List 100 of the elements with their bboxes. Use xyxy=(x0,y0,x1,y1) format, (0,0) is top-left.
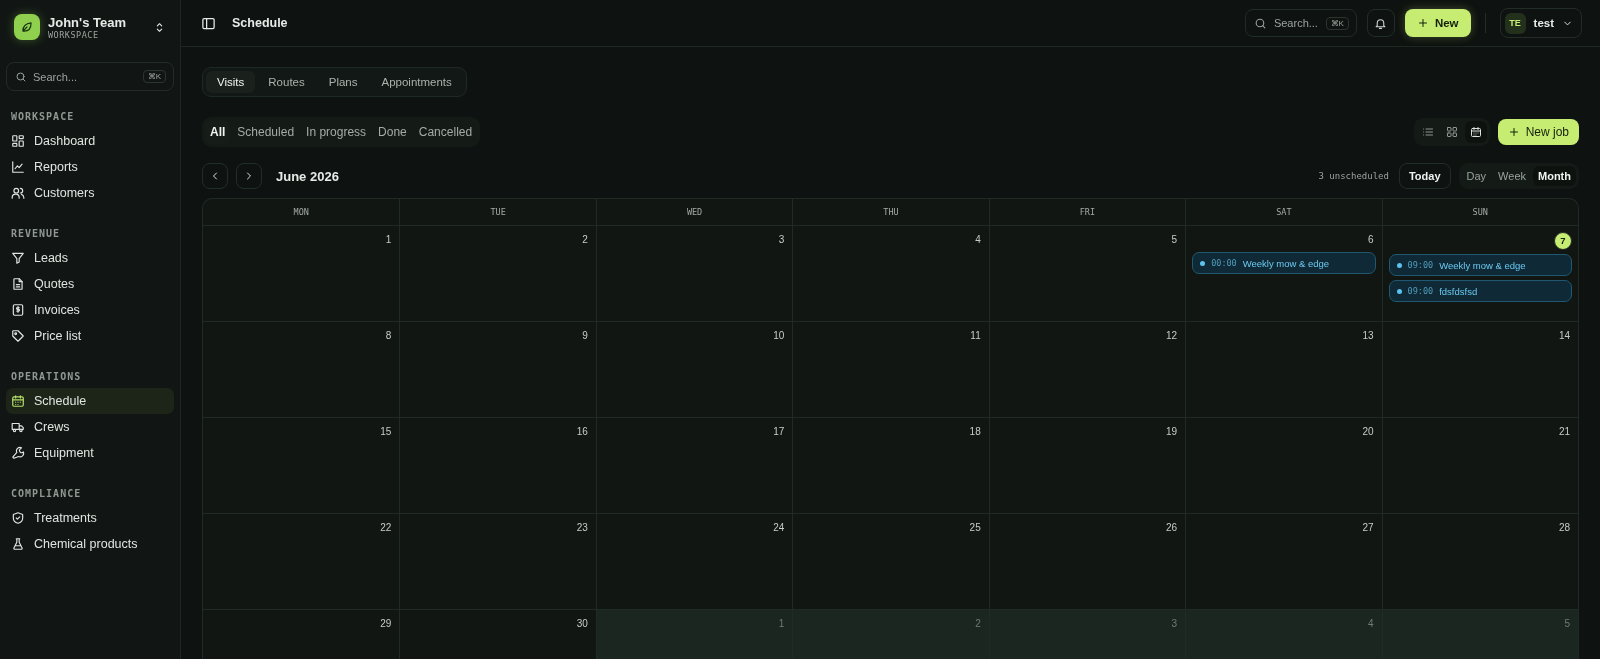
day-number: 5 xyxy=(1170,233,1179,247)
user-menu[interactable]: TE test xyxy=(1499,8,1582,38)
tab[interactable]: Visits xyxy=(206,71,256,93)
day-cell[interactable]: 5 xyxy=(988,226,1186,322)
day-cell[interactable]: 8 xyxy=(203,322,400,418)
sidebar-item[interactable]: Crews xyxy=(6,414,174,440)
day-cell[interactable]: 2 xyxy=(792,610,989,659)
new-button[interactable]: New xyxy=(1404,9,1471,37)
day-cell[interactable]: 16 xyxy=(399,418,596,514)
day-number: 5 xyxy=(1563,617,1571,631)
day-cell[interactable]: 29 xyxy=(203,610,400,659)
day-cell[interactable]: 6 00:00 Weekly mow & edge xyxy=(1185,226,1382,322)
day-cell[interactable]: 4 xyxy=(792,226,989,322)
day-cell[interactable]: 19 xyxy=(988,418,1186,514)
day-cell[interactable]: 2 xyxy=(399,226,596,322)
users-icon xyxy=(11,186,25,200)
event-chip[interactable]: 09:00 Weekly mow & edge xyxy=(1388,254,1572,276)
workspace-name: John's Team xyxy=(48,14,127,30)
day-number: 4 xyxy=(974,233,982,247)
day-number: 1 xyxy=(384,233,393,247)
day-cell[interactable]: 1 xyxy=(203,226,400,322)
day-cell[interactable]: 22 xyxy=(203,514,400,610)
line-chart-icon xyxy=(11,160,25,174)
sidebar-item[interactable]: Equipment xyxy=(6,440,174,466)
day-cell[interactable]: 21 xyxy=(1381,418,1578,514)
range-option[interactable]: Month xyxy=(1533,166,1576,186)
day-number: 6 xyxy=(1367,233,1375,247)
sidebar-item[interactable]: Schedule xyxy=(6,388,174,414)
sidebar-item[interactable]: Chemical products xyxy=(6,531,174,557)
day-cell[interactable]: 30 xyxy=(399,610,596,659)
view-mode-button[interactable] xyxy=(1464,121,1487,143)
tab[interactable]: Appointments xyxy=(370,71,463,93)
event-chip[interactable]: 00:00 Weekly mow & edge xyxy=(1192,252,1376,274)
day-cell[interactable]: 11 xyxy=(792,322,989,418)
day-number: 13 xyxy=(1361,329,1375,343)
tab[interactable]: Routes xyxy=(257,71,316,93)
day-number: 21 xyxy=(1557,425,1571,439)
notifications-button[interactable] xyxy=(1366,9,1395,37)
sidebar-item[interactable]: Treatments xyxy=(6,505,174,531)
workspace-label: WORKSPACE xyxy=(48,29,100,40)
sidebar-toggle-icon xyxy=(201,15,216,31)
calendar-icon xyxy=(11,394,25,408)
day-number: 16 xyxy=(575,425,589,439)
filter-chip[interactable]: Cancelled xyxy=(413,120,478,144)
day-number: 8 xyxy=(384,329,393,343)
today-button[interactable]: Today xyxy=(1398,163,1451,189)
sidebar-item[interactable]: Quotes xyxy=(6,271,174,297)
new-job-button[interactable]: New job xyxy=(1497,119,1579,145)
day-number: 18 xyxy=(968,425,982,439)
sidebar-item[interactable]: Customers xyxy=(6,180,174,206)
page-title: Schedule xyxy=(232,16,289,30)
day-number: 27 xyxy=(1361,521,1375,535)
truck-icon xyxy=(11,420,25,434)
day-number: 3 xyxy=(1170,617,1179,631)
day-number: 3 xyxy=(777,233,786,247)
bell-icon xyxy=(1374,16,1388,30)
unscheduled-count: 3 unscheduled xyxy=(1318,171,1389,181)
day-cell[interactable]: 15 xyxy=(203,418,400,514)
document-icon xyxy=(11,277,25,291)
day-cell[interactable]: 7 09:00 Weekly mow & edge 09:00 fdsfdsfsd xyxy=(1381,226,1578,322)
day-cell[interactable]: 18 xyxy=(792,418,989,514)
section-heading: WORKSPACE xyxy=(10,110,76,124)
sidebar-item[interactable]: Leads xyxy=(6,245,174,271)
day-cell[interactable]: 20 xyxy=(1185,418,1382,514)
day-cell[interactable]: 17 xyxy=(595,418,793,514)
day-cell[interactable]: 23 xyxy=(399,514,596,610)
sidebar-item[interactable]: Invoices xyxy=(6,297,174,323)
day-cell[interactable]: 1 xyxy=(595,610,793,659)
day-number: 28 xyxy=(1557,521,1571,535)
range-option[interactable]: Day xyxy=(1461,166,1492,186)
day-number: 10 xyxy=(772,329,786,343)
tab[interactable]: Plans xyxy=(317,71,369,93)
day-number: 30 xyxy=(575,617,589,631)
grid-icon xyxy=(1445,126,1458,138)
day-cell[interactable]: 12 xyxy=(988,322,1186,418)
day-cell[interactable]: 13 xyxy=(1185,322,1382,418)
day-number: 9 xyxy=(581,329,589,343)
filter-chip[interactable]: In progress xyxy=(301,120,372,144)
sidebar-item[interactable]: Dashboard xyxy=(6,128,174,154)
sidebar-item[interactable]: Reports xyxy=(6,154,174,180)
day-cell[interactable]: 3 xyxy=(988,610,1186,659)
day-number: 1 xyxy=(777,617,786,631)
day-cell[interactable]: 14 xyxy=(1381,322,1578,418)
weekday-header: SUN xyxy=(1381,199,1578,226)
weekday-header: SAT xyxy=(1185,199,1382,226)
day-cell[interactable]: 3 xyxy=(595,226,793,322)
day-cell[interactable]: 9 xyxy=(399,322,596,418)
shortcut-hint: ⌘K xyxy=(1325,16,1349,30)
month-title: June 2026 xyxy=(276,168,340,184)
filter-chip[interactable]: Scheduled xyxy=(232,120,300,144)
sidebar-item[interactable]: Price list xyxy=(6,323,174,349)
day-number: 2 xyxy=(974,617,982,631)
day-number: 20 xyxy=(1361,425,1375,439)
dashboard-icon xyxy=(11,134,25,148)
day-cell[interactable]: 10 xyxy=(595,322,793,418)
filter-chip[interactable]: Done xyxy=(373,120,412,144)
day-cell[interactable]: 5 xyxy=(1381,610,1578,659)
event-chip[interactable]: 09:00 fdsfdsfsd xyxy=(1388,280,1572,302)
range-option[interactable]: Week xyxy=(1493,166,1531,186)
day-cell[interactable]: 4 xyxy=(1185,610,1382,659)
